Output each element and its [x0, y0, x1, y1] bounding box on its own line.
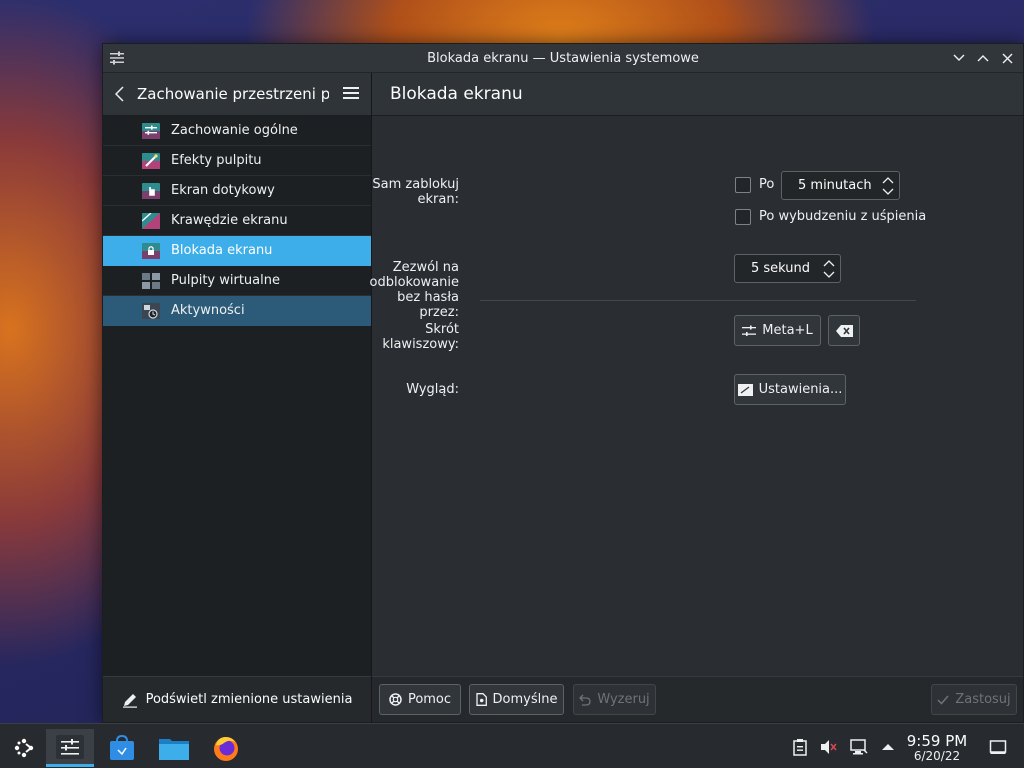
taskbar-discover[interactable] — [98, 729, 146, 767]
close-icon — [1002, 53, 1012, 63]
sidebar-item-label: Aktywności — [171, 303, 245, 318]
shortcut-label: Skrót klawiszowy: — [382, 322, 459, 352]
system-settings-window: Blokada ekranu — Ustawienia systemowe Za… — [102, 43, 1024, 723]
sidebar-item-screen-edges[interactable]: Krawędzie ekranu — [103, 206, 371, 236]
sidebar-item-label: Pulpity wirtualne — [171, 273, 280, 288]
highlight-changed-settings-label: Podświetl zmienione ustawienia — [145, 692, 353, 707]
sidebar-item-label: Efekty pulpitu — [171, 153, 262, 168]
system-settings-icon — [56, 734, 84, 759]
reset-button[interactable]: Wyzeruj — [573, 684, 656, 715]
apply-button[interactable]: Zastosuj — [931, 684, 1017, 715]
content-header: Blokada ekranu — [372, 73, 1023, 116]
general-behavior-icon — [141, 122, 161, 140]
bottom-button-bar: Pomoc Domyślne Wyzeruj Zastosuj — [372, 676, 1023, 722]
unlock-grace-spinbox[interactable]: 5 sekund — [734, 254, 841, 283]
hamburger-menu-icon[interactable] — [343, 85, 359, 101]
chevron-left-icon — [115, 86, 124, 102]
appearance-label: Wygląd: — [406, 382, 459, 397]
sidebar-item-virtual-desktops[interactable]: Pulpity wirtualne — [103, 266, 371, 296]
lock-timeout-spinbox[interactable]: 5 minutach — [781, 171, 900, 200]
help-lifebuoy-icon — [389, 693, 402, 706]
backspace-icon — [835, 324, 853, 337]
chevron-up-icon — [977, 55, 989, 62]
app-launcher-icon — [14, 738, 34, 758]
taskbar-system-settings[interactable] — [46, 729, 94, 767]
document-icon — [475, 693, 487, 706]
digital-clock[interactable]: 9:59 PM 6/20/22 — [898, 732, 976, 763]
folder-icon — [159, 739, 189, 760]
tray-expand-arrow-icon[interactable] — [879, 738, 897, 756]
sidebar-title: Zachowanie przestrzeni p... — [137, 85, 329, 103]
apply-label: Zastosuj — [955, 692, 1011, 707]
content-area: Blokada ekranu Sam zablokuj ekran: Po 5 … — [369, 73, 1023, 722]
unlock-without-password-label: Zezwól na odblokowanie bez hasła przez: — [369, 260, 460, 320]
virtual-desktops-icon — [141, 272, 161, 290]
titlebar[interactable]: Blokada ekranu — Ustawienia systemowe — [103, 44, 1023, 73]
taskbar: 9:59 PM 6/20/22 — [0, 723, 1024, 768]
settings-app-icon — [110, 51, 124, 65]
sidebar-list: Zachowanie ogólne Efekty pulpitu Ekran d… — [103, 116, 371, 326]
desktop-effects-icon — [141, 152, 161, 170]
appearance-settings-button[interactable]: Ustawienia... — [734, 374, 846, 405]
screen-edges-icon — [141, 212, 161, 230]
touchscreen-icon — [141, 182, 161, 200]
maximize-button[interactable] — [973, 48, 993, 68]
sidebar-item-desktop-effects[interactable]: Efekty pulpitu — [103, 146, 371, 176]
defaults-button[interactable]: Domyślne — [469, 684, 564, 715]
activities-icon — [141, 302, 161, 320]
taskbar-firefox[interactable] — [202, 729, 250, 767]
after-wake-label: Po wybudzeniu z uśpienia — [759, 209, 927, 224]
shortcut-value: Meta+L — [762, 323, 813, 338]
spin-arrows-icon[interactable] — [823, 258, 835, 280]
appearance-settings-label: Ustawienia... — [758, 382, 843, 397]
separator — [480, 300, 916, 301]
defaults-label: Domyślne — [492, 692, 558, 707]
close-button[interactable] — [997, 48, 1017, 68]
undo-icon — [579, 694, 591, 706]
sidebar-item-label: Ekran dotykowy — [171, 183, 275, 198]
discover-store-icon — [110, 735, 134, 760]
sidebar-header: Zachowanie przestrzeni p... — [103, 73, 371, 116]
clock-date: 6/20/22 — [913, 749, 961, 763]
clipboard-icon[interactable] — [791, 738, 809, 756]
taskbar-file-manager[interactable] — [150, 729, 198, 767]
help-label: Pomoc — [407, 692, 452, 707]
spin-arrows-icon[interactable] — [882, 175, 894, 197]
unlock-grace-value: 5 sekund — [751, 261, 811, 276]
back-button[interactable] — [115, 84, 129, 104]
window-title: Blokada ekranu — Ustawienia systemowe — [427, 50, 699, 66]
highlight-changed-settings-button[interactable]: Podświetl zmienione ustawienia — [103, 676, 371, 722]
auto-lock-label: Sam zablokuj ekran: — [372, 177, 459, 207]
shortcut-settings-icon — [742, 325, 757, 336]
clear-shortcut-button[interactable] — [828, 315, 860, 346]
lock-timeout-value: 5 minutach — [798, 178, 872, 193]
pencil-icon — [122, 693, 137, 708]
chevron-down-icon — [953, 54, 965, 61]
page-title: Blokada ekranu — [390, 84, 523, 104]
auto-lock-checkbox[interactable] — [735, 177, 751, 193]
firefox-icon — [214, 737, 238, 761]
sidebar-item-label: Krawędzie ekranu — [171, 213, 288, 228]
configure-icon — [737, 383, 753, 396]
clock-time: 9:59 PM — [906, 732, 968, 750]
sidebar-item-label: Zachowanie ogólne — [171, 123, 298, 138]
shortcut-button[interactable]: Meta+L — [734, 315, 821, 346]
screen-lock-icon — [141, 242, 161, 260]
sidebar-item-label: Blokada ekranu — [171, 243, 273, 258]
show-desktop-icon[interactable] — [989, 738, 1007, 756]
sidebar-item-screen-lock[interactable]: Blokada ekranu — [103, 236, 371, 266]
after-label: Po — [759, 177, 775, 192]
sidebar-item-activities[interactable]: Aktywności — [103, 296, 371, 326]
network-wired-icon[interactable] — [850, 738, 868, 756]
application-launcher-button[interactable] — [0, 729, 48, 767]
audio-muted-icon[interactable] — [819, 738, 837, 756]
sidebar: Zachowanie przestrzeni p... Zachowanie o… — [103, 73, 372, 722]
after-wake-checkbox[interactable] — [735, 209, 751, 225]
help-button[interactable]: Pomoc — [379, 684, 461, 715]
minimize-button[interactable] — [949, 48, 969, 68]
reset-label: Wyzeruj — [597, 692, 650, 707]
sidebar-item-general-behavior[interactable]: Zachowanie ogólne — [103, 116, 371, 146]
sidebar-item-touchscreen[interactable]: Ekran dotykowy — [103, 176, 371, 206]
checkmark-icon — [937, 695, 949, 705]
